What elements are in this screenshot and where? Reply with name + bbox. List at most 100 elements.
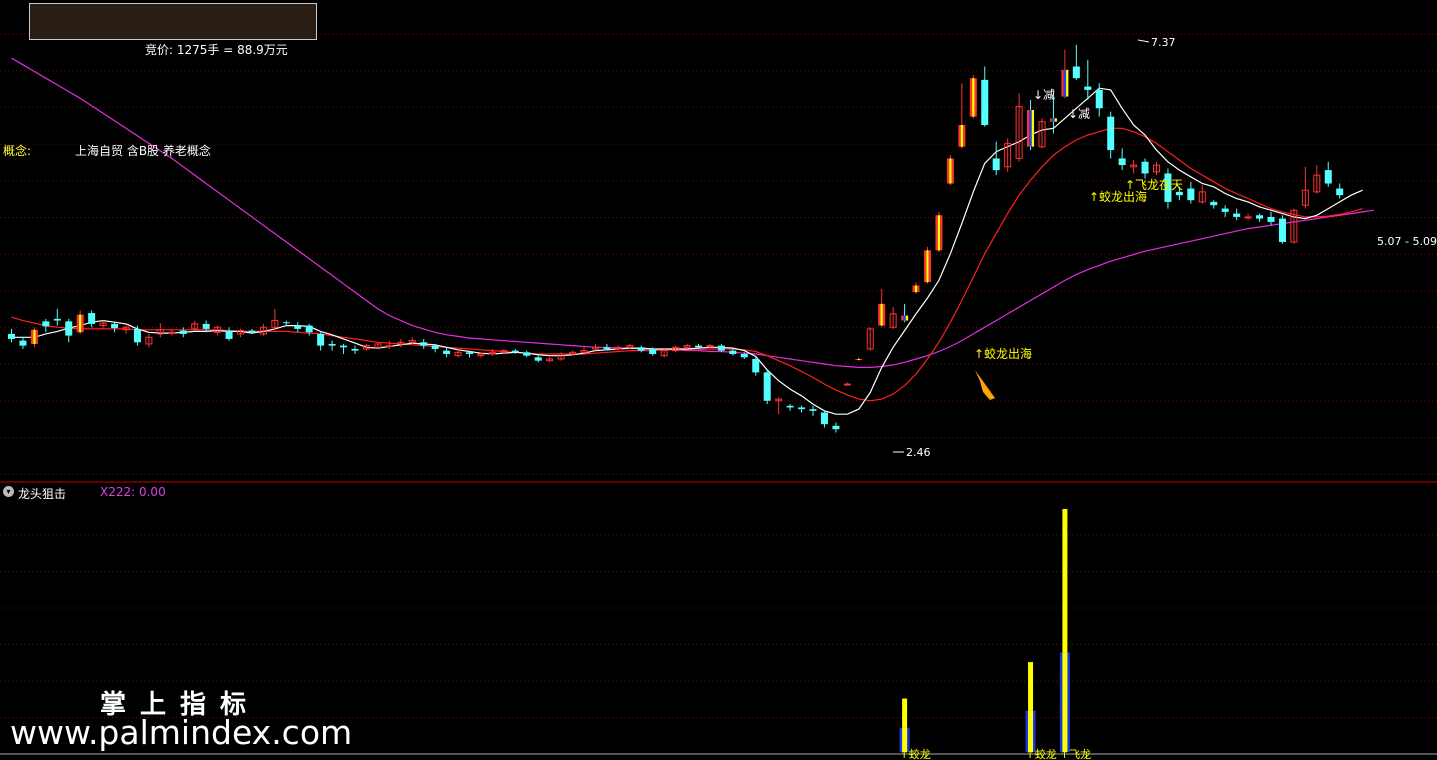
ma5-path [11, 87, 1363, 415]
candle [557, 352, 565, 361]
signal-stripe [905, 315, 909, 321]
candle-body [1187, 188, 1195, 201]
signal-stripe [912, 285, 915, 293]
candle-body [420, 342, 428, 346]
candle [729, 348, 737, 356]
signal-stripe [1054, 118, 1057, 122]
candle [992, 141, 1000, 176]
candle-body [1210, 201, 1218, 206]
candle-body [248, 330, 256, 333]
grid [0, 33, 1437, 755]
concept-label: 概念: [3, 144, 32, 158]
indicator-bars: ↑蛟龙 ↑蛟龙 ↑飞龙 [899, 509, 1091, 760]
candle [1256, 213, 1264, 222]
signal-stripe [1029, 109, 1032, 147]
signal-stripe [81, 314, 84, 333]
chart-stage: 7.37 2.46 5.07 - 5.09 ↓减 ↓减 ↑蛟龙出海 ↑蛟龙出海 ↑飞龙在天 ↑… [0, 0, 1437, 760]
candle-body [763, 372, 771, 401]
candle-body [1221, 208, 1229, 212]
candle [76, 310, 84, 334]
candle-body [981, 79, 989, 125]
indicator-name[interactable]: 龙头狙击 [18, 485, 66, 502]
candle [271, 308, 279, 329]
candle [1072, 44, 1080, 80]
candle-body [1084, 86, 1092, 90]
candle-body [88, 313, 96, 324]
candle [901, 303, 909, 323]
candle [351, 345, 359, 354]
candle-body [1256, 215, 1264, 219]
signal-stripe [1052, 118, 1055, 122]
candle-body [65, 321, 73, 336]
indicator-bar-core [1062, 652, 1068, 752]
chart-svg[interactable]: 7.372.465.07 - 5.09↓减↓减↑蛟龙出海↑蛟龙出海↑飞龙在天 ↑… [0, 0, 1437, 760]
candle [809, 405, 817, 416]
candle-body [809, 409, 817, 411]
candle-body [1278, 218, 1286, 242]
candle [683, 343, 691, 349]
candle [946, 155, 954, 186]
signal-label-reduce: ↓减 [1033, 88, 1055, 102]
high-marker [1137, 39, 1150, 43]
indicator-value: X222: 0.00 [100, 485, 166, 499]
candle [156, 323, 164, 338]
signal-stripe [855, 359, 858, 360]
candle [1084, 59, 1092, 100]
candle [866, 327, 874, 351]
signal-stripe [76, 314, 80, 333]
candle [591, 343, 599, 351]
candle [775, 397, 783, 415]
candle [385, 340, 393, 349]
signal-stripe [1066, 69, 1069, 97]
candle [1313, 165, 1321, 194]
candle [1324, 161, 1332, 187]
watermark-url: www.palmindex.com [10, 713, 353, 752]
candle-body [168, 331, 176, 334]
candle-body [202, 323, 210, 329]
chevron-down-icon[interactable]: ▾ [3, 486, 14, 497]
candle [889, 307, 897, 329]
candle [191, 320, 199, 331]
candle-body [282, 322, 290, 324]
candle [8, 328, 15, 343]
candle [179, 327, 187, 338]
candle [259, 323, 267, 336]
candle-body [603, 347, 611, 349]
signal-stripe [937, 215, 941, 251]
signal-stripe [974, 78, 977, 117]
candle-body [443, 350, 451, 354]
candle-body [740, 353, 748, 358]
candle-body [466, 352, 473, 354]
signal-stripe [1049, 118, 1053, 122]
candle [328, 340, 336, 351]
signal-stripe [969, 78, 973, 117]
candle [660, 348, 668, 358]
signal-stripe [1061, 69, 1064, 97]
candle [981, 66, 989, 127]
candles [8, 44, 1344, 433]
candle [798, 405, 806, 413]
candle-body [1072, 66, 1080, 79]
candle [42, 318, 50, 333]
candle [969, 74, 977, 119]
candle-body [1107, 116, 1115, 151]
candle-body [511, 350, 519, 353]
signal-label-jiaolong: ↑蛟龙出海 [974, 346, 1032, 361]
candle [1278, 215, 1286, 244]
signal-stripe [857, 359, 860, 360]
candle-body [294, 325, 302, 329]
candle [1141, 158, 1149, 179]
candle-body [695, 345, 702, 348]
candle-body [637, 347, 645, 351]
bottom-signal-label: ↑蛟龙 [900, 747, 931, 760]
candle [1130, 160, 1138, 174]
candle [878, 288, 886, 328]
high-price-label: 7.37 [1151, 36, 1176, 49]
candle [443, 347, 451, 358]
signal-stripe [35, 329, 38, 344]
candle [1153, 161, 1160, 176]
candle [546, 357, 554, 363]
signal-stripe [946, 158, 950, 184]
candle [133, 325, 141, 346]
candle [202, 320, 210, 333]
